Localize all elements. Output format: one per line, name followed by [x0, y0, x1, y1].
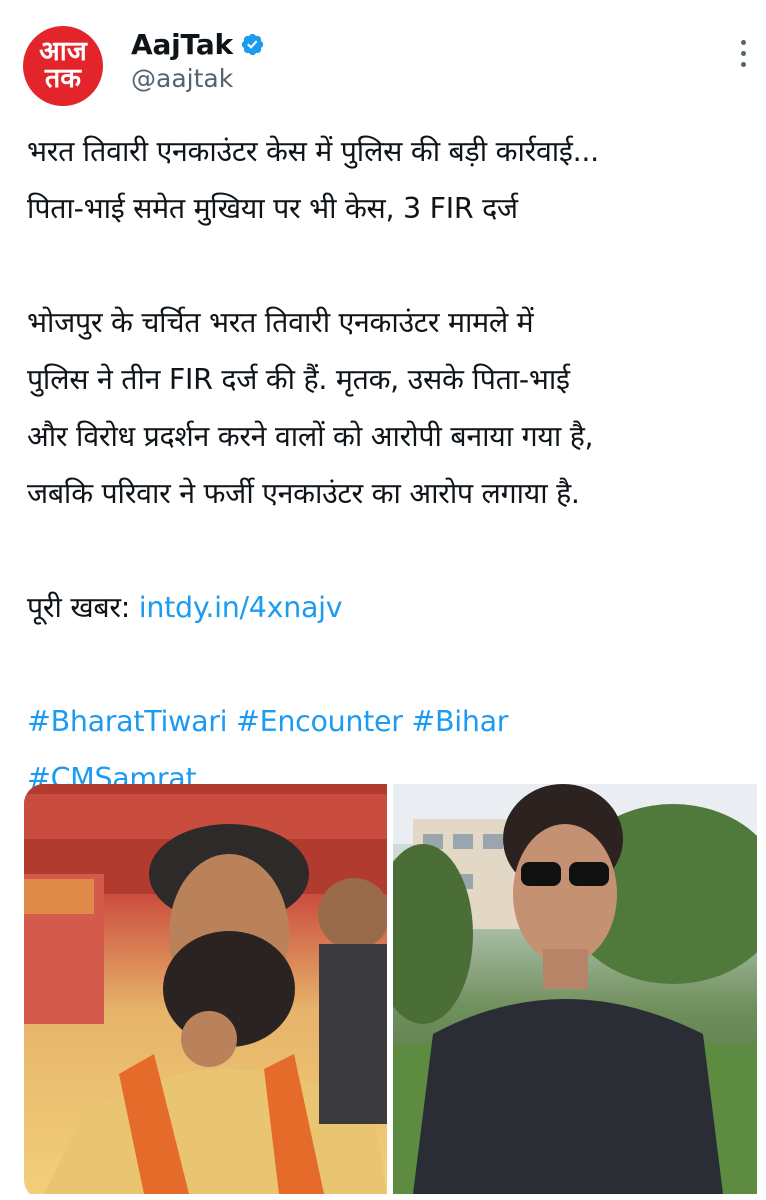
body-line-3: और विरोध प्रदर्शन करने वालों को आरोपी बन… [27, 420, 594, 453]
hashtag-bihar[interactable]: #Bihar [411, 705, 508, 738]
avatar-logo-text-2: तक [44, 63, 82, 94]
account-name[interactable]: AajTak [131, 28, 233, 61]
photo-left[interactable] [24, 784, 387, 1194]
full-story-row: पूरी खबर: intdy.in/4xnajv [27, 579, 752, 636]
body-line-4: जबकि परिवार ने फर्जी एनकाउंटर का आरोप लग… [27, 477, 580, 510]
body-line-2: पुलिस ने तीन FIR दर्ज की हैं. मृतक, उसके… [27, 363, 570, 396]
hashtags-line-1: #BharatTiwari #Encounter #Bihar [27, 693, 752, 750]
tweet-text: भरत तिवारी एनकाउंटर केस में पुलिस की बड़… [27, 123, 752, 807]
hashtag-encounter[interactable]: #Encounter [236, 705, 403, 738]
headline-line-1: भरत तिवारी एनकाउंटर केस में पुलिस की बड़… [27, 135, 599, 168]
story-link[interactable]: intdy.in/4xnajv [139, 591, 343, 624]
avatar[interactable]: आज तक [23, 26, 103, 106]
photo-left-illustration [24, 784, 387, 1194]
photo-right-illustration [393, 784, 757, 1194]
more-vertical-icon[interactable] [737, 40, 749, 80]
body-line-1: भोजपुर के चर्चित भरत तिवारी एनकाउंटर माम… [27, 306, 534, 339]
hashtag-bharattiwari[interactable]: #BharatTiwari [27, 705, 228, 738]
headline-line-2: पिता-भाई समेत मुखिया पर भी केस, 3 FIR दर… [27, 192, 518, 225]
verified-badge-icon [241, 33, 264, 56]
photo-right[interactable] [393, 784, 757, 1194]
account-handle[interactable]: @aajtak [131, 64, 233, 93]
tweet-media [24, 784, 766, 1200]
account-name-row: AajTak [131, 28, 265, 61]
avatar-logo-text-1: आज [39, 36, 87, 67]
full-story-label: पूरी खबर: [27, 591, 131, 624]
tweet-header: आज तक AajTak @aajtak [0, 0, 766, 115]
